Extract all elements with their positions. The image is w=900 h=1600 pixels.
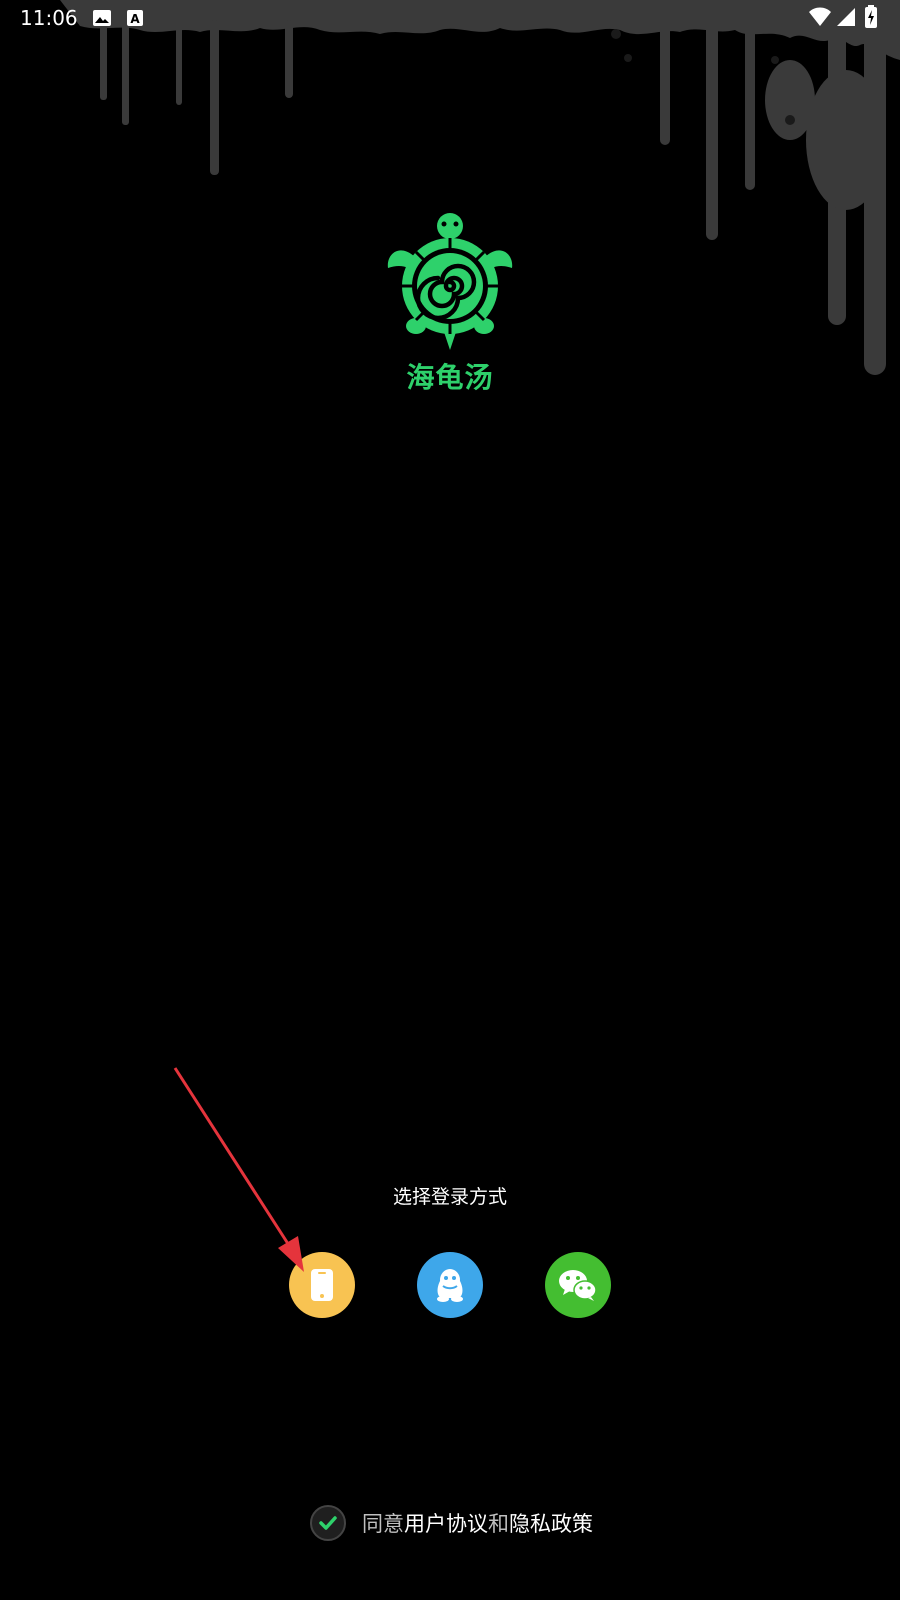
status-bar: 11:06 A: [0, 0, 900, 36]
image-icon: [93, 10, 111, 26]
battery-charging-icon: [865, 5, 877, 28]
wifi-icon: [809, 7, 831, 26]
signal-icon: [837, 8, 855, 26]
status-time: 11:06: [20, 6, 78, 30]
text-a-icon: A: [127, 10, 143, 26]
red-arrow-annotation: [173, 1067, 304, 1272]
svg-text:A: A: [130, 12, 140, 26]
